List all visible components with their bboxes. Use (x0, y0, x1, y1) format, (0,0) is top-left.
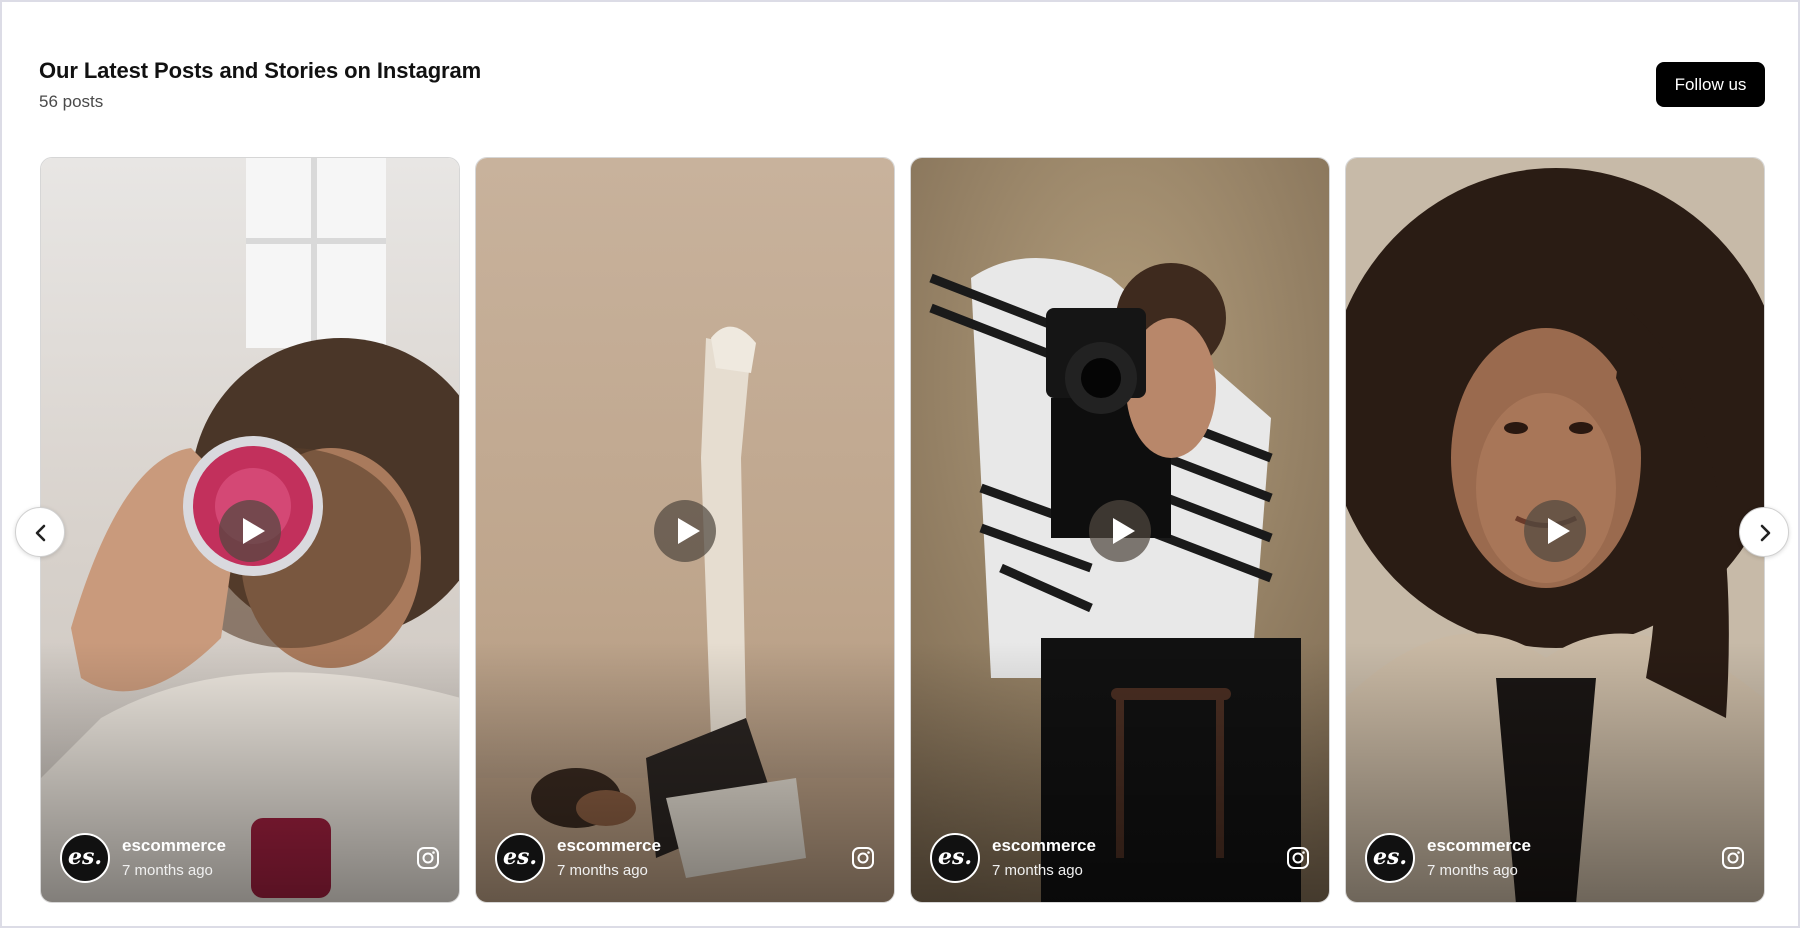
post-username[interactable]: escommerce (122, 836, 226, 856)
instagram-icon[interactable] (416, 846, 440, 870)
play-icon[interactable] (1089, 500, 1151, 562)
post-username[interactable]: escommerce (557, 836, 661, 856)
posts-carousel: es. escommerce 7 months ago es. escommer… (40, 157, 1765, 903)
post-username[interactable]: escommerce (992, 836, 1096, 856)
chevron-right-icon (1760, 524, 1771, 542)
post-footer: es. escommerce 7 months ago (930, 833, 1310, 883)
avatar[interactable]: es. (495, 833, 545, 883)
play-icon[interactable] (1524, 500, 1586, 562)
post-card[interactable]: es. escommerce 7 months ago (1345, 157, 1765, 903)
avatar[interactable]: es. (60, 833, 110, 883)
post-count: 56 posts (39, 92, 104, 111)
chevron-left-icon (35, 524, 46, 542)
avatar[interactable]: es. (1365, 833, 1415, 883)
post-footer: es. escommerce 7 months ago (1365, 833, 1745, 883)
post-card[interactable]: es. escommerce 7 months ago (475, 157, 895, 903)
instagram-icon[interactable] (851, 846, 875, 870)
play-icon[interactable] (654, 500, 716, 562)
follow-us-button[interactable]: Follow us (1656, 62, 1765, 107)
post-time: 7 months ago (557, 862, 648, 879)
instagram-feed-widget: Our Latest Posts and Stories on Instagra… (0, 0, 1800, 928)
post-footer: es. escommerce 7 months ago (60, 833, 440, 883)
play-icon[interactable] (219, 500, 281, 562)
instagram-icon[interactable] (1286, 846, 1310, 870)
post-time: 7 months ago (122, 862, 213, 879)
instagram-icon[interactable] (1721, 846, 1745, 870)
avatar[interactable]: es. (930, 833, 980, 883)
post-card[interactable]: es. escommerce 7 months ago (40, 157, 460, 903)
carousel-prev-button[interactable] (15, 507, 65, 557)
post-footer: es. escommerce 7 months ago (495, 833, 875, 883)
feed-header: Our Latest Posts and Stories on Instagra… (39, 58, 481, 112)
post-card[interactable]: es. escommerce 7 months ago (910, 157, 1330, 903)
feed-title: Our Latest Posts and Stories on Instagra… (39, 58, 482, 83)
post-time: 7 months ago (992, 862, 1083, 879)
carousel-next-button[interactable] (1739, 507, 1789, 557)
post-username[interactable]: escommerce (1427, 836, 1531, 856)
post-time: 7 months ago (1427, 862, 1518, 879)
